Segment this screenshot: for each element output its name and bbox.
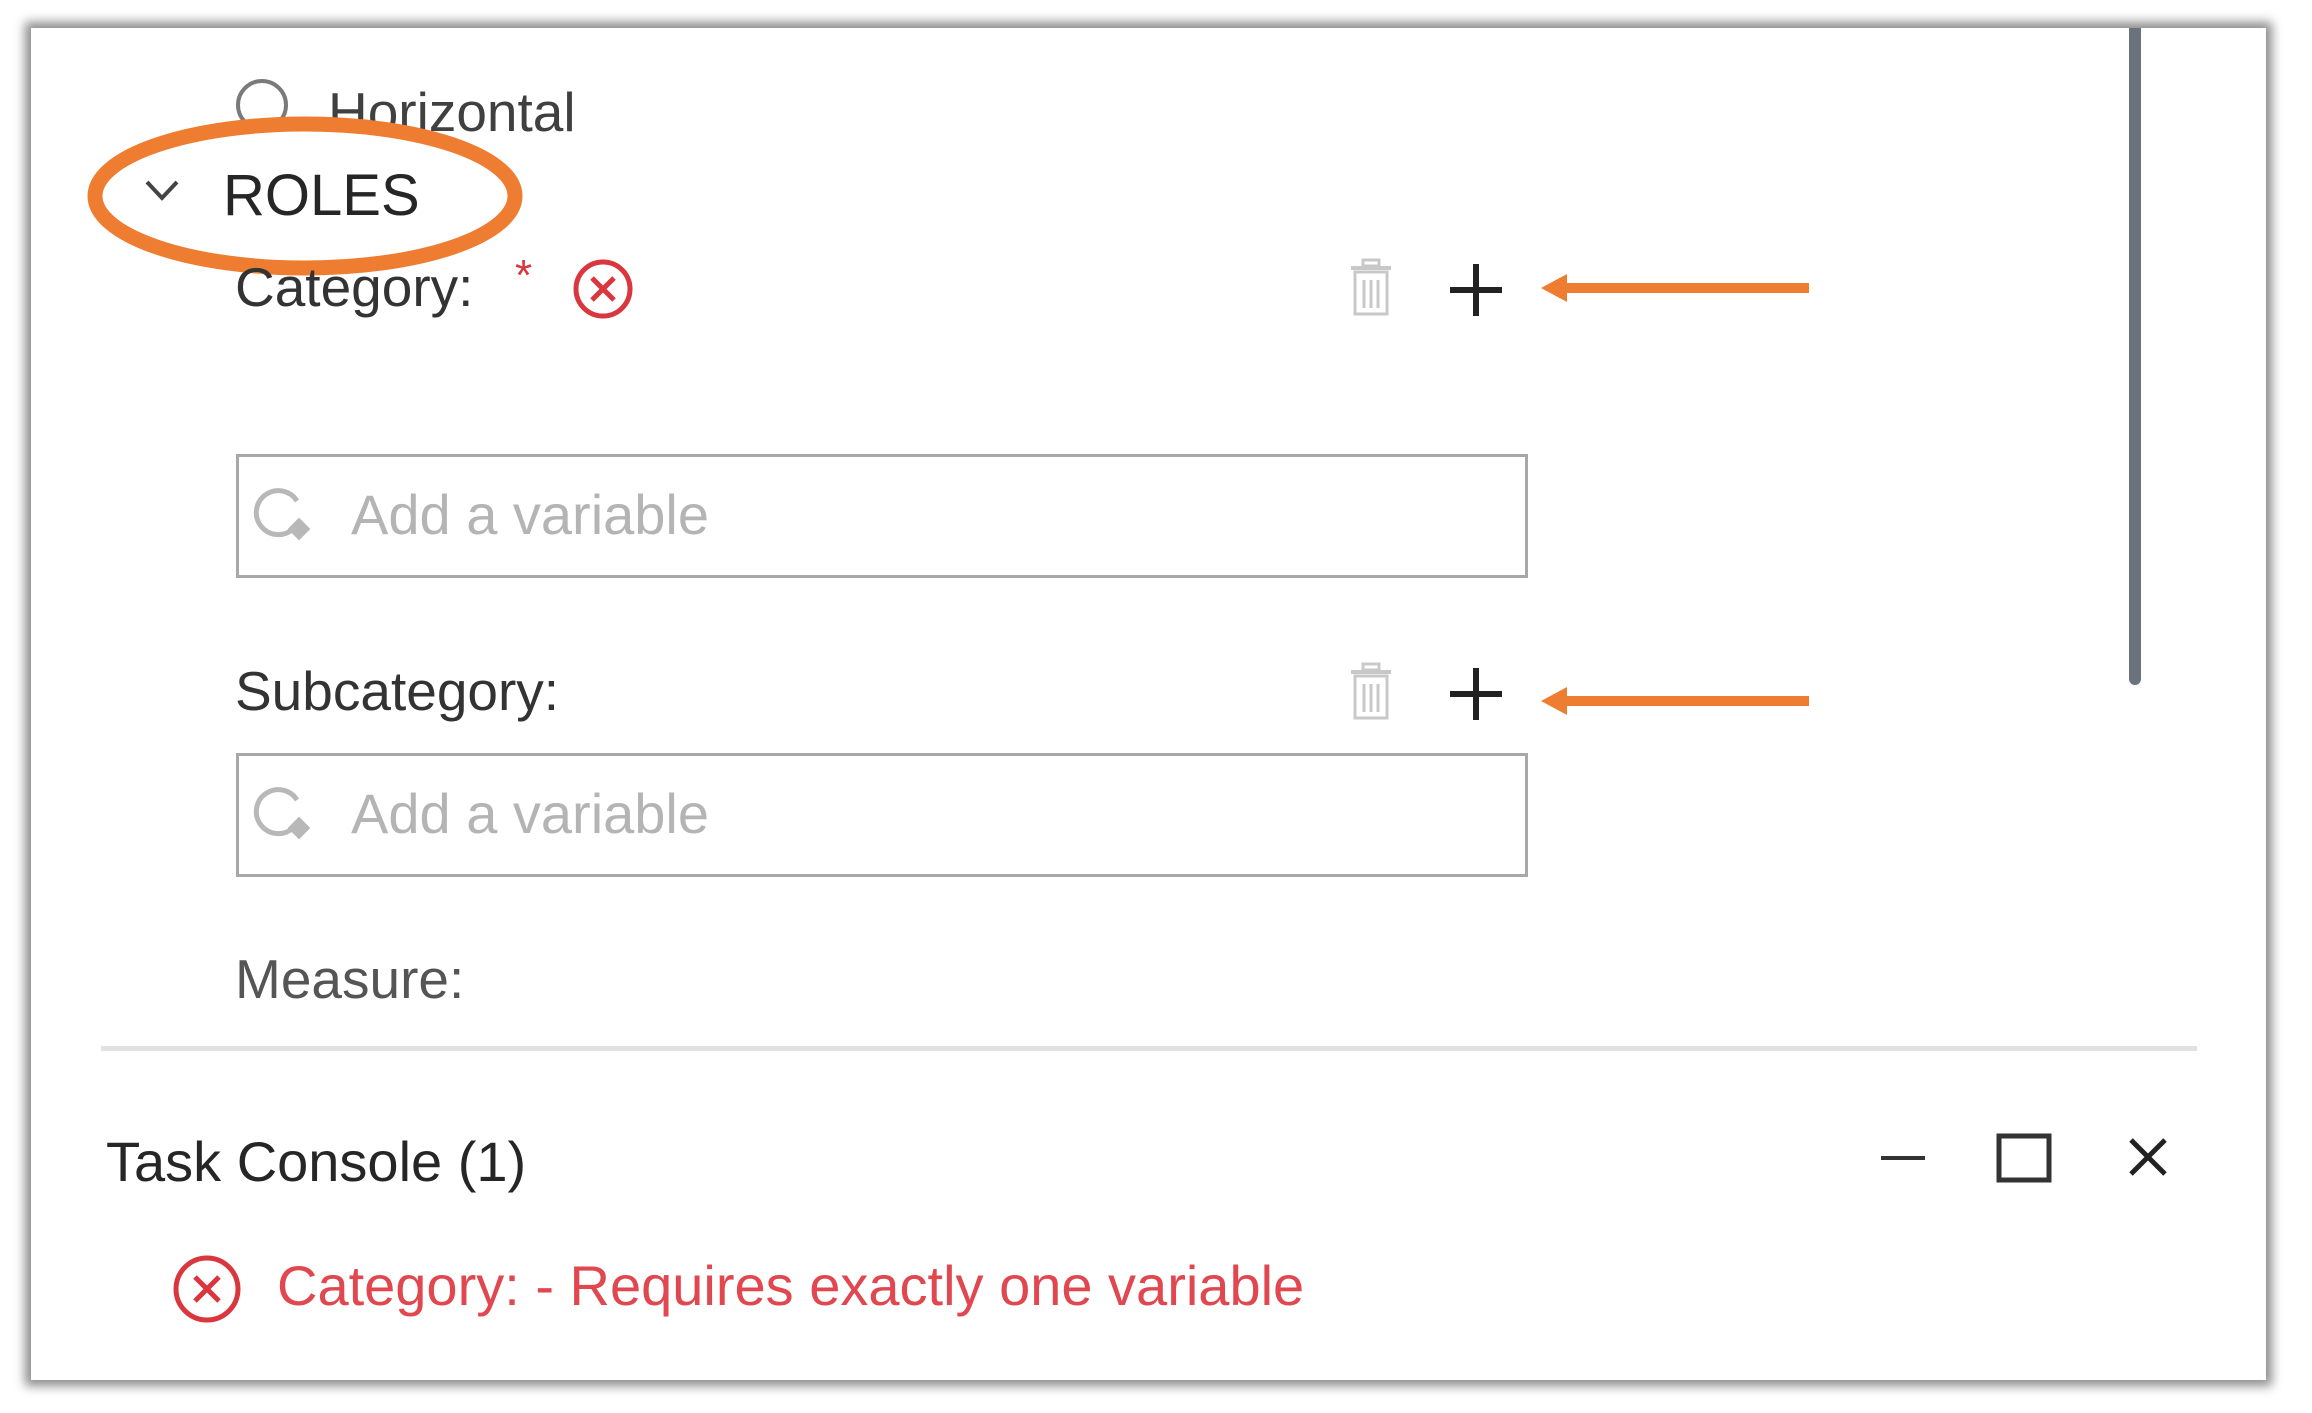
trash-icon[interactable] [1347, 258, 1395, 318]
category-variable-input[interactable]: Add a variable [236, 454, 1528, 578]
task-console-title: Task Console (1) [106, 1130, 527, 1193]
roles-panel: Horizontal ROLES Category: * Add a varia… [31, 28, 2266, 1380]
search-variable-icon [253, 787, 311, 840]
trash-icon[interactable] [1347, 662, 1395, 722]
search-variable-icon [253, 488, 311, 541]
category-placeholder: Add a variable [351, 483, 710, 546]
vertical-scrollbar[interactable] [2129, 28, 2141, 685]
category-label: Category: [235, 256, 474, 318]
panel-divider [101, 1046, 2197, 1051]
task-console-error-message[interactable]: Category: - Requires exactly one variabl… [277, 1258, 1304, 1314]
measure-label: Measure: [235, 948, 465, 1010]
annotation-arrow [1541, 274, 1809, 302]
subcategory-placeholder: Add a variable [351, 782, 710, 845]
plus-icon[interactable] [1448, 666, 1504, 722]
minimize-icon[interactable] [1879, 1150, 1927, 1166]
error-circle-x-icon [573, 259, 633, 319]
maximize-icon[interactable] [1996, 1133, 2052, 1183]
close-icon[interactable] [2127, 1136, 2169, 1178]
required-marker: * [515, 251, 533, 300]
subcategory-variable-input[interactable]: Add a variable [236, 753, 1528, 877]
error-circle-x-icon [173, 1255, 241, 1323]
subcategory-label: Subcategory: [235, 660, 560, 722]
plus-icon[interactable] [1448, 262, 1504, 318]
annotation-arrow [1541, 687, 1809, 715]
